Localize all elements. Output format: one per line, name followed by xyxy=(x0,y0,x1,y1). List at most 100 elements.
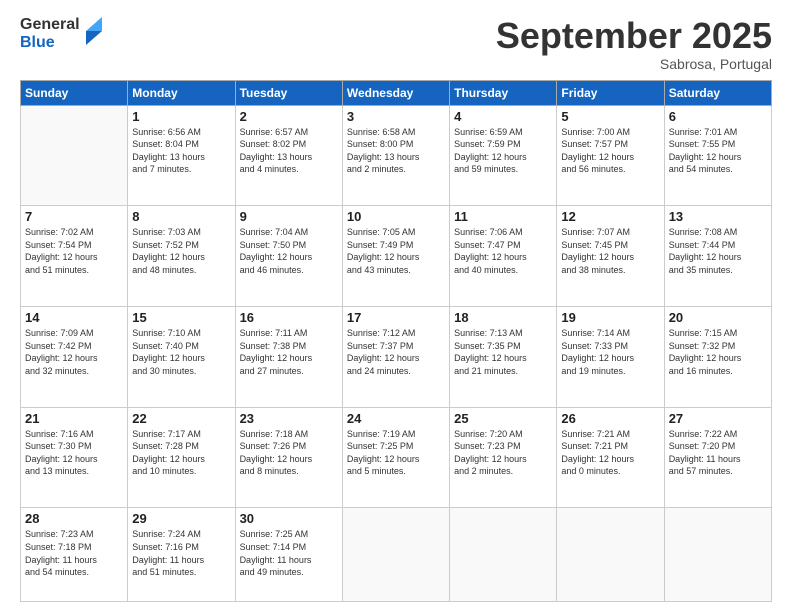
day-info: Sunrise: 7:25 AMSunset: 7:14 PMDaylight:… xyxy=(240,528,338,578)
logo-general: General xyxy=(20,16,80,34)
calendar-cell: 14 Sunrise: 7:09 AMSunset: 7:42 PMDayligh… xyxy=(21,306,128,407)
day-info: Sunrise: 7:21 AMSunset: 7:21 PMDaylight:… xyxy=(561,428,659,478)
logo-blue: Blue xyxy=(20,34,80,52)
calendar-cell: 30 Sunrise: 7:25 AMSunset: 7:14 PMDayligh… xyxy=(235,508,342,602)
calendar-cell: 23 Sunrise: 7:18 AMSunset: 7:26 PMDayligh… xyxy=(235,407,342,508)
day-number: 12 xyxy=(561,209,659,224)
day-number: 5 xyxy=(561,109,659,124)
day-number: 8 xyxy=(132,209,230,224)
calendar-week-2: 7 Sunrise: 7:02 AMSunset: 7:54 PMDaylight… xyxy=(21,206,772,307)
calendar-cell: 21 Sunrise: 7:16 AMSunset: 7:30 PMDayligh… xyxy=(21,407,128,508)
day-info: Sunrise: 7:15 AMSunset: 7:32 PMDaylight:… xyxy=(669,327,767,377)
day-number: 29 xyxy=(132,511,230,526)
day-number: 30 xyxy=(240,511,338,526)
calendar-cell: 8 Sunrise: 7:03 AMSunset: 7:52 PMDaylight… xyxy=(128,206,235,307)
day-info: Sunrise: 6:59 AMSunset: 7:59 PMDaylight:… xyxy=(454,126,552,176)
day-number: 23 xyxy=(240,411,338,426)
day-info: Sunrise: 7:04 AMSunset: 7:50 PMDaylight:… xyxy=(240,226,338,276)
day-info: Sunrise: 7:16 AMSunset: 7:30 PMDaylight:… xyxy=(25,428,123,478)
day-info: Sunrise: 7:07 AMSunset: 7:45 PMDaylight:… xyxy=(561,226,659,276)
calendar-cell: 28 Sunrise: 7:23 AMSunset: 7:18 PMDayligh… xyxy=(21,508,128,602)
day-number: 7 xyxy=(25,209,123,224)
weekday-header-row: SundayMondayTuesdayWednesdayThursdayFrid… xyxy=(21,80,772,105)
weekday-friday: Friday xyxy=(557,80,664,105)
day-info: Sunrise: 7:02 AMSunset: 7:54 PMDaylight:… xyxy=(25,226,123,276)
day-number: 21 xyxy=(25,411,123,426)
calendar-cell xyxy=(450,508,557,602)
calendar-cell: 13 Sunrise: 7:08 AMSunset: 7:44 PMDayligh… xyxy=(664,206,771,307)
calendar-cell: 24 Sunrise: 7:19 AMSunset: 7:25 PMDayligh… xyxy=(342,407,449,508)
day-number: 2 xyxy=(240,109,338,124)
day-info: Sunrise: 7:05 AMSunset: 7:49 PMDaylight:… xyxy=(347,226,445,276)
month-title: September 2025 xyxy=(496,16,772,56)
calendar-cell: 1Sunrise: 6:56 AMSunset: 8:04 PMDaylight… xyxy=(128,105,235,206)
day-number: 9 xyxy=(240,209,338,224)
calendar-cell: 20Sunrise: 7:15 AMSunset: 7:32 PMDayligh… xyxy=(664,306,771,407)
day-number: 24 xyxy=(347,411,445,426)
calendar-table: SundayMondayTuesdayWednesdayThursdayFrid… xyxy=(20,80,772,602)
day-info: Sunrise: 7:24 AMSunset: 7:16 PMDaylight:… xyxy=(132,528,230,578)
weekday-monday: Monday xyxy=(128,80,235,105)
calendar-cell: 2 Sunrise: 6:57 AMSunset: 8:02 PMDaylight… xyxy=(235,105,342,206)
day-number: 28 xyxy=(25,511,123,526)
day-info: Sunrise: 7:08 AMSunset: 7:44 PMDaylight:… xyxy=(669,226,767,276)
day-info: Sunrise: 7:09 AMSunset: 7:42 PMDaylight:… xyxy=(25,327,123,377)
calendar-cell: 3Sunrise: 6:58 AMSunset: 8:00 PMDaylight… xyxy=(342,105,449,206)
logo-icon xyxy=(82,17,104,47)
day-info: Sunrise: 7:20 AMSunset: 7:23 PMDaylight:… xyxy=(454,428,552,478)
day-number: 14 xyxy=(25,310,123,325)
day-info: Sunrise: 7:14 AMSunset: 7:33 PMDaylight:… xyxy=(561,327,659,377)
day-number: 6 xyxy=(669,109,767,124)
day-number: 1 xyxy=(132,109,230,124)
calendar-cell: 12 Sunrise: 7:07 AMSunset: 7:45 PMDayligh… xyxy=(557,206,664,307)
weekday-wednesday: Wednesday xyxy=(342,80,449,105)
calendar-cell: 19 Sunrise: 7:14 AMSunset: 7:33 PMDayligh… xyxy=(557,306,664,407)
calendar-cell xyxy=(664,508,771,602)
calendar-cell xyxy=(557,508,664,602)
day-number: 10 xyxy=(347,209,445,224)
day-info: Sunrise: 7:10 AMSunset: 7:40 PMDaylight:… xyxy=(132,327,230,377)
day-number: 18 xyxy=(454,310,552,325)
calendar-cell: 29 Sunrise: 7:24 AMSunset: 7:16 PMDayligh… xyxy=(128,508,235,602)
day-info: Sunrise: 7:13 AMSunset: 7:35 PMDaylight:… xyxy=(454,327,552,377)
calendar-cell: 17Sunrise: 7:12 AMSunset: 7:37 PMDayligh… xyxy=(342,306,449,407)
day-info: Sunrise: 7:23 AMSunset: 7:18 PMDaylight:… xyxy=(25,528,123,578)
weekday-thursday: Thursday xyxy=(450,80,557,105)
calendar-cell: 5 Sunrise: 7:00 AMSunset: 7:57 PMDaylight… xyxy=(557,105,664,206)
day-info: Sunrise: 7:18 AMSunset: 7:26 PMDaylight:… xyxy=(240,428,338,478)
day-number: 27 xyxy=(669,411,767,426)
calendar-cell: 10 Sunrise: 7:05 AMSunset: 7:49 PMDayligh… xyxy=(342,206,449,307)
calendar-cell: 15Sunrise: 7:10 AMSunset: 7:40 PMDayligh… xyxy=(128,306,235,407)
calendar-cell: 18 Sunrise: 7:13 AMSunset: 7:35 PMDayligh… xyxy=(450,306,557,407)
calendar-week-4: 21 Sunrise: 7:16 AMSunset: 7:30 PMDayligh… xyxy=(21,407,772,508)
day-number: 11 xyxy=(454,209,552,224)
day-info: Sunrise: 7:06 AMSunset: 7:47 PMDaylight:… xyxy=(454,226,552,276)
day-number: 3 xyxy=(347,109,445,124)
day-info: Sunrise: 7:19 AMSunset: 7:25 PMDaylight:… xyxy=(347,428,445,478)
day-info: Sunrise: 7:01 AMSunset: 7:55 PMDaylight:… xyxy=(669,126,767,176)
calendar-cell: 26Sunrise: 7:21 AMSunset: 7:21 PMDayligh… xyxy=(557,407,664,508)
title-block: September 2025 Sabrosa, Portugal xyxy=(496,16,772,72)
day-number: 19 xyxy=(561,310,659,325)
weekday-tuesday: Tuesday xyxy=(235,80,342,105)
calendar-cell: 27Sunrise: 7:22 AMSunset: 7:20 PMDayligh… xyxy=(664,407,771,508)
day-info: Sunrise: 7:03 AMSunset: 7:52 PMDaylight:… xyxy=(132,226,230,276)
calendar-cell: 7 Sunrise: 7:02 AMSunset: 7:54 PMDaylight… xyxy=(21,206,128,307)
calendar-cell xyxy=(21,105,128,206)
calendar-cell: 4Sunrise: 6:59 AMSunset: 7:59 PMDaylight… xyxy=(450,105,557,206)
location: Sabrosa, Portugal xyxy=(496,56,772,72)
day-number: 13 xyxy=(669,209,767,224)
day-number: 17 xyxy=(347,310,445,325)
day-number: 16 xyxy=(240,310,338,325)
weekday-sunday: Sunday xyxy=(21,80,128,105)
day-info: Sunrise: 7:17 AMSunset: 7:28 PMDaylight:… xyxy=(132,428,230,478)
day-number: 22 xyxy=(132,411,230,426)
logo: General Blue xyxy=(20,16,104,51)
header: General Blue September 2025 Sabrosa, Por… xyxy=(20,16,772,72)
day-info: Sunrise: 7:00 AMSunset: 7:57 PMDaylight:… xyxy=(561,126,659,176)
calendar-cell: 22 Sunrise: 7:17 AMSunset: 7:28 PMDayligh… xyxy=(128,407,235,508)
day-info: Sunrise: 6:57 AMSunset: 8:02 PMDaylight:… xyxy=(240,126,338,176)
calendar-cell: 6 Sunrise: 7:01 AMSunset: 7:55 PMDaylight… xyxy=(664,105,771,206)
calendar-week-5: 28 Sunrise: 7:23 AMSunset: 7:18 PMDayligh… xyxy=(21,508,772,602)
calendar-week-1: 1Sunrise: 6:56 AMSunset: 8:04 PMDaylight… xyxy=(21,105,772,206)
